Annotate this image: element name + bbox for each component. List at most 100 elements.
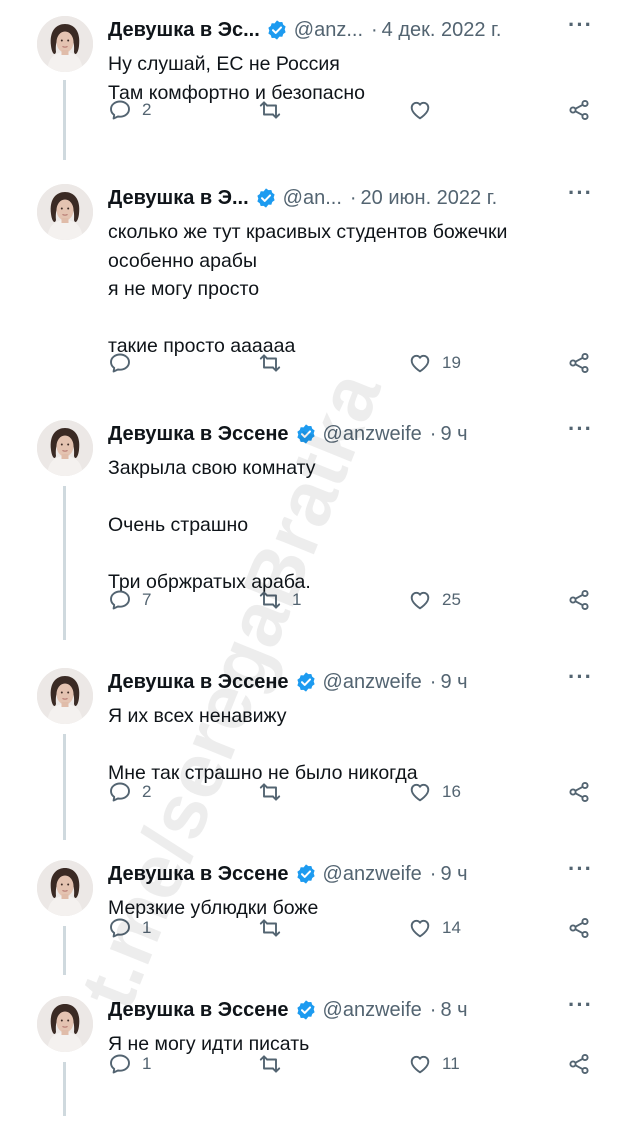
author-name[interactable]: Девушка в Эссене <box>108 999 289 1022</box>
tweet-text-line <box>108 540 598 569</box>
reply-button[interactable]: 2 <box>108 777 151 807</box>
tweet-text-line <box>108 731 598 760</box>
reply-button[interactable]: 7 <box>108 585 151 615</box>
retweet-button[interactable] <box>258 348 292 378</box>
verified-badge-icon <box>295 863 317 885</box>
author-handle[interactable]: @anzweife <box>323 423 422 446</box>
like-button[interactable]: 19 <box>408 348 461 378</box>
reply-icon <box>108 1052 132 1076</box>
reply-button[interactable]: 1 <box>108 913 151 943</box>
author-handle[interactable]: @anz... <box>294 19 363 42</box>
tweet-text: сколько же тут красивых студентов божечк… <box>108 218 598 361</box>
reply-icon <box>108 780 132 804</box>
reply-count: 2 <box>142 100 152 119</box>
timestamp[interactable]: 8 ч <box>440 999 467 1022</box>
avatar[interactable] <box>37 860 93 916</box>
share-button[interactable] <box>567 95 591 125</box>
verified-badge-icon <box>295 423 317 445</box>
timestamp[interactable]: 9 ч <box>440 423 467 446</box>
reply-button[interactable] <box>108 348 142 378</box>
avatar[interactable] <box>37 668 93 724</box>
share-icon <box>567 780 591 804</box>
reply-count: 1 <box>142 918 152 937</box>
more-options-icon[interactable]: ··· <box>568 664 593 690</box>
timestamp[interactable]: 9 ч <box>440 671 467 694</box>
tweet-header: Девушка в Эссене @anzweife · 9 ч <box>108 860 608 888</box>
like-button[interactable]: 25 <box>408 585 461 615</box>
author-name[interactable]: Девушка в Эссене <box>108 423 289 446</box>
share-button[interactable] <box>567 777 591 807</box>
avatar[interactable] <box>37 420 93 476</box>
author-handle[interactable]: @an... <box>283 187 342 210</box>
tweet-text-line: Я их всех ненавижу <box>108 705 287 727</box>
more-options-icon[interactable]: ··· <box>568 180 593 206</box>
retweet-icon <box>258 351 282 375</box>
more-options-icon[interactable]: ··· <box>568 12 593 38</box>
retweet-button[interactable] <box>258 913 292 943</box>
separator-dot: · <box>429 422 437 445</box>
reply-button[interactable]: 2 <box>108 95 151 125</box>
tweet-text-line: Закрыла свою комнату <box>108 457 316 479</box>
retweet-button[interactable] <box>258 95 292 125</box>
timestamp[interactable]: 9 ч <box>440 863 467 886</box>
reply-icon <box>108 98 132 122</box>
share-button[interactable] <box>567 913 591 943</box>
author-handle[interactable]: @anzweife <box>323 671 422 694</box>
tweet-text-line: я не могу просто <box>108 278 260 300</box>
share-button[interactable] <box>567 348 591 378</box>
tweet-header: Девушка в Эс... @anz... · 4 дек. 2022 г. <box>108 16 608 44</box>
reply-icon <box>108 588 132 612</box>
share-button[interactable] <box>567 1049 591 1079</box>
retweet-icon <box>258 98 282 122</box>
reply-icon <box>108 916 132 940</box>
verified-badge-icon <box>266 19 288 41</box>
timestamp[interactable]: 4 дек. 2022 г. <box>382 19 502 42</box>
tweet-text-line: Очень страшно <box>108 514 249 536</box>
like-icon <box>408 780 432 804</box>
retweet-button[interactable] <box>258 777 292 807</box>
share-button[interactable] <box>567 585 591 615</box>
retweet-icon <box>258 1052 282 1076</box>
verified-badge-icon <box>255 187 277 209</box>
retweet-button[interactable] <box>258 1049 292 1079</box>
timestamp[interactable]: 20 июн. 2022 г. <box>361 187 498 210</box>
tweet-header: Девушка в Эссене @anzweife · 8 ч <box>108 996 608 1024</box>
separator-dot: · <box>429 670 437 693</box>
like-button[interactable]: 11 <box>408 1049 460 1079</box>
like-icon <box>408 588 432 612</box>
tweet-header: Девушка в Эссене @anzweife · 9 ч <box>108 420 608 448</box>
author-name[interactable]: Девушка в Эссене <box>108 863 289 886</box>
tweet-actions: 2 16 <box>0 777 631 807</box>
share-icon <box>567 1052 591 1076</box>
more-options-icon[interactable]: ··· <box>568 416 593 442</box>
like-button[interactable]: 16 <box>408 777 461 807</box>
like-count: 19 <box>442 353 461 372</box>
avatar[interactable] <box>37 184 93 240</box>
author-name[interactable]: Девушка в Эс... <box>108 19 260 42</box>
more-options-icon[interactable]: ··· <box>568 856 593 882</box>
author-name[interactable]: Девушка в Эссене <box>108 671 289 694</box>
like-icon <box>408 351 432 375</box>
retweet-icon <box>258 780 282 804</box>
tweet-text: Закрыла свою комнату Очень страшно Три обр… <box>108 454 598 597</box>
author-name[interactable]: Девушка в Э... <box>108 187 249 210</box>
more-options-icon[interactable]: ··· <box>568 992 593 1018</box>
tweet-text-line: Ну слушай, ЕС не Россия <box>108 53 340 75</box>
reply-button[interactable]: 1 <box>108 1049 151 1079</box>
avatar[interactable] <box>37 996 93 1052</box>
like-count: 16 <box>442 782 461 801</box>
author-handle[interactable]: @anzweife <box>323 863 422 886</box>
author-handle[interactable]: @anzweife <box>323 999 422 1022</box>
like-button[interactable]: 14 <box>408 913 461 943</box>
like-icon <box>408 98 432 122</box>
retweet-icon <box>258 588 282 612</box>
verified-badge-icon <box>295 999 317 1021</box>
tweet-actions: 1 14 <box>0 913 631 943</box>
retweet-button[interactable]: 1 <box>258 585 301 615</box>
tweet-text-line <box>108 483 598 512</box>
share-icon <box>567 98 591 122</box>
like-button[interactable] <box>408 95 442 125</box>
share-icon <box>567 351 591 375</box>
tweet-actions: 1 11 <box>0 1049 631 1079</box>
avatar[interactable] <box>37 16 93 72</box>
